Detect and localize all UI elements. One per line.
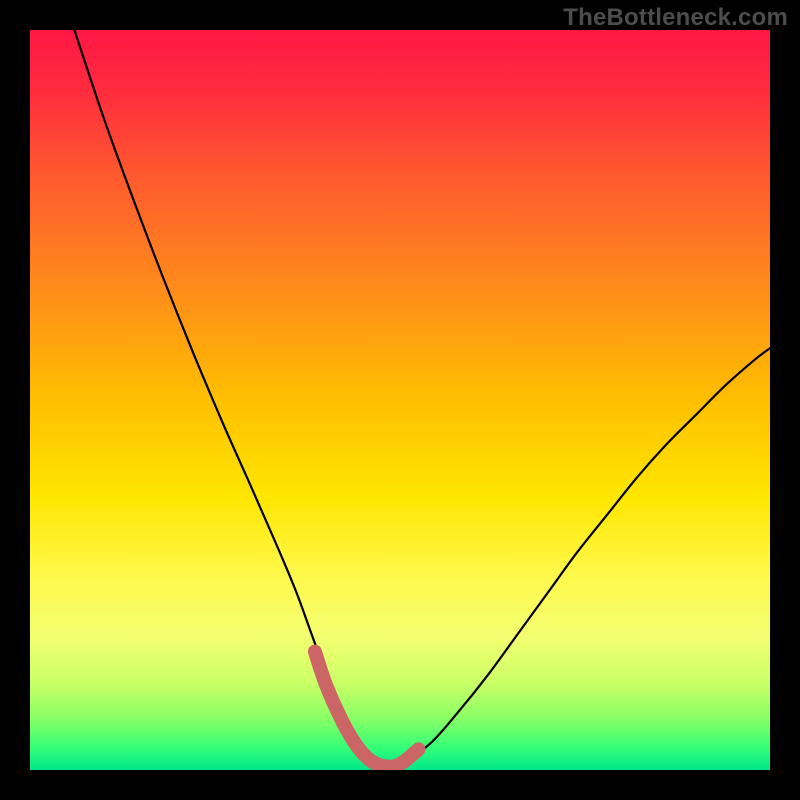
chart-frame: TheBottleneck.com bbox=[0, 0, 800, 800]
plot-area bbox=[30, 30, 770, 770]
watermark-text: TheBottleneck.com bbox=[563, 4, 788, 32]
chart-svg bbox=[30, 30, 770, 770]
gradient-background bbox=[30, 30, 770, 770]
